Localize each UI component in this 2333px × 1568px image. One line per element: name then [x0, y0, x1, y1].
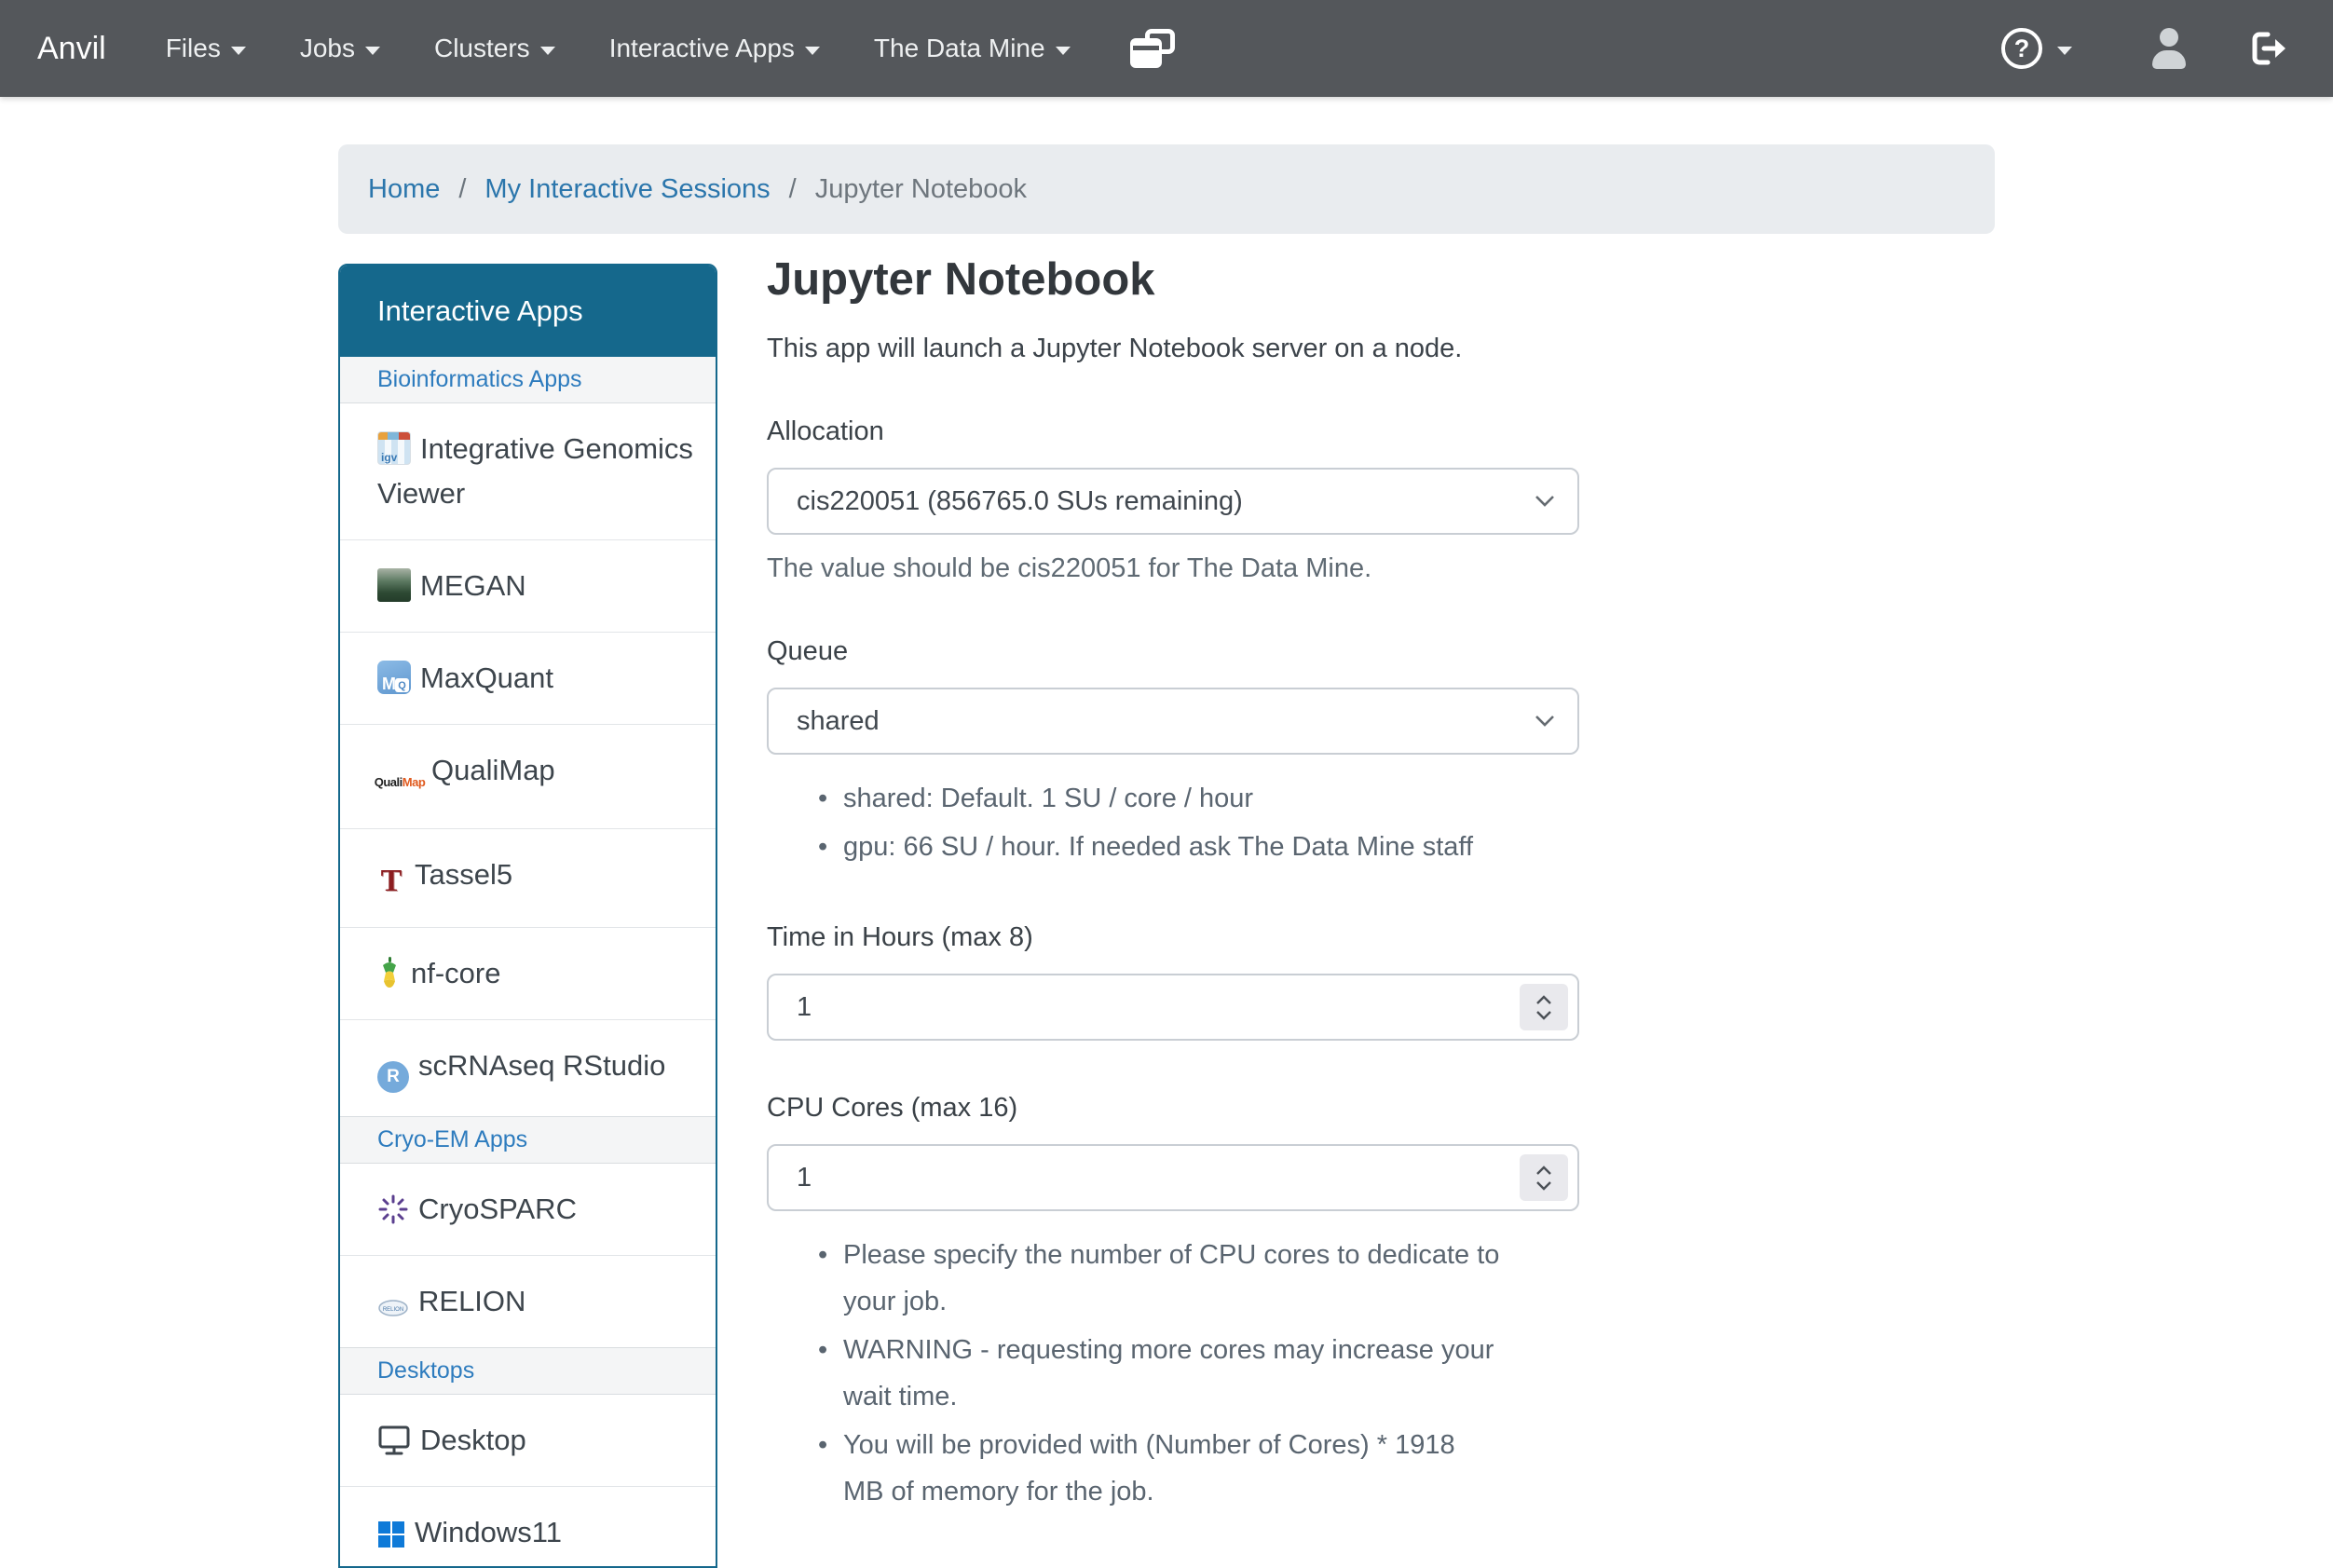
chevron-down-icon — [2057, 47, 2072, 55]
help-menu[interactable]: ? — [2001, 28, 2072, 69]
cpu-input[interactable]: 1 — [767, 1144, 1579, 1211]
allocation-group: Allocation cis220051 (856765.0 SUs remai… — [767, 416, 1579, 584]
queue-group: Queue shared shared: Default. 1 SU / cor… — [767, 636, 1579, 870]
my-interactive-sessions-icon[interactable] — [1130, 29, 1175, 68]
cpu-help-item: WARNING - requesting more cores may incr… — [843, 1327, 1503, 1420]
sidebar-item-igv[interactable]: Integrative Genomics Viewer — [340, 403, 716, 539]
nav-files[interactable]: Files — [166, 34, 246, 63]
sidebar-item-qualimap[interactable]: QualiMapQualiMap — [340, 724, 716, 828]
queue-help-item: shared: Default. 1 SU / core / hour — [843, 775, 1503, 822]
tassel5-icon: T — [377, 859, 405, 904]
sidebar-section-cryo-em[interactable]: Cryo-EM Apps — [340, 1116, 716, 1164]
chevron-down-icon — [805, 47, 820, 55]
chevron-down-icon — [540, 47, 555, 55]
sidebar-section-desktops[interactable]: Desktops — [340, 1347, 716, 1395]
breadcrumb-current: Jupyter Notebook — [815, 174, 1027, 205]
queue-select[interactable]: shared — [767, 688, 1579, 755]
brand-anvil[interactable]: Anvil — [37, 31, 106, 67]
sidebar-title: Interactive Apps — [340, 266, 716, 357]
cpu-help-list: Please specify the number of CPU cores t… — [767, 1232, 1503, 1515]
sign-out-icon[interactable] — [2249, 30, 2288, 67]
breadcrumb-my-interactive-sessions[interactable]: My Interactive Sessions — [484, 174, 770, 205]
relion-icon: RELION — [377, 1299, 409, 1317]
nav-the-data-mine[interactable]: The Data Mine — [874, 34, 1071, 63]
nav-interactive-apps[interactable]: Interactive Apps — [609, 34, 820, 63]
time-group: Time in Hours (max 8) 1 — [767, 922, 1579, 1041]
breadcrumb: Home / My Interactive Sessions / Jupyter… — [338, 144, 1995, 234]
top-navbar: Anvil Files Jobs Clusters Interactive Ap… — [0, 0, 2333, 97]
qualimap-icon: QualiMap — [377, 760, 422, 805]
page-title: Jupyter Notebook — [767, 253, 1579, 306]
sidebar-item-tassel5[interactable]: TTassel5 — [340, 828, 716, 927]
breadcrumb-home[interactable]: Home — [368, 174, 440, 205]
sidebar-item-megan[interactable]: MEGAN — [340, 539, 716, 632]
cryosparc-icon — [377, 1193, 409, 1225]
number-stepper[interactable] — [1520, 1154, 1568, 1201]
nav-clusters[interactable]: Clusters — [434, 34, 555, 63]
chevron-down-icon — [231, 47, 246, 55]
queue-help-list: shared: Default. 1 SU / core / hour gpu:… — [767, 775, 1503, 870]
number-stepper[interactable] — [1520, 984, 1568, 1030]
igv-icon — [377, 431, 411, 465]
user-icon[interactable] — [2149, 28, 2190, 69]
cpu-help-item: You will be provided with (Number of Cor… — [843, 1422, 1503, 1515]
app-launch-form: Jupyter Notebook This app will launch a … — [767, 253, 1579, 1517]
chevron-down-icon — [1056, 47, 1071, 55]
nf-core-icon — [377, 956, 402, 989]
sidebar-item-nf-core[interactable]: nf-core — [340, 927, 716, 1019]
sidebar-item-relion[interactable]: RELION RELION — [340, 1255, 716, 1347]
windows11-icon — [377, 1520, 405, 1548]
queue-help-item: gpu: 66 SU / hour. If needed ask The Dat… — [843, 824, 1503, 870]
chevron-down-icon — [1535, 715, 1555, 728]
chevron-down-icon — [365, 47, 380, 55]
time-label: Time in Hours (max 8) — [767, 922, 1579, 953]
sidebar-item-scrnaseq-rstudio[interactable]: RscRNAseq RStudio — [340, 1019, 716, 1116]
sidebar-section-bioinformatics[interactable]: Bioinformatics Apps — [340, 357, 716, 403]
time-input[interactable]: 1 — [767, 974, 1579, 1041]
desktop-icon — [377, 1425, 411, 1456]
cpu-help-item: Please specify the number of CPU cores t… — [843, 1232, 1503, 1325]
maxquant-icon: MQ — [377, 661, 411, 694]
navbar-right: ? — [2001, 28, 2288, 69]
sidebar-item-windows11[interactable]: Windows11 — [340, 1486, 716, 1568]
allocation-select[interactable]: cis220051 (856765.0 SUs remaining) — [767, 468, 1579, 535]
queue-label: Queue — [767, 636, 1579, 667]
allocation-help: The value should be cis220051 for The Da… — [767, 553, 1579, 584]
sidebar-item-desktop[interactable]: Desktop — [340, 1395, 716, 1486]
rstudio-icon: R — [377, 1061, 409, 1093]
allocation-label: Allocation — [767, 416, 1579, 447]
megan-icon — [377, 568, 411, 602]
cpu-label: CPU Cores (max 16) — [767, 1093, 1579, 1124]
cpu-group: CPU Cores (max 16) 1 Please specify the … — [767, 1093, 1579, 1515]
interactive-apps-sidebar: Interactive Apps Bioinformatics Apps Int… — [338, 264, 717, 1568]
svg-text:RELION: RELION — [383, 1307, 403, 1313]
chevron-down-icon — [1535, 495, 1555, 508]
sidebar-item-cryosparc[interactable]: CryoSPARC — [340, 1164, 716, 1255]
nav-jobs[interactable]: Jobs — [300, 34, 380, 63]
app-description: This app will launch a Jupyter Notebook … — [767, 334, 1579, 364]
help-icon: ? — [2001, 28, 2042, 69]
sidebar-item-maxquant[interactable]: MQMaxQuant — [340, 632, 716, 724]
